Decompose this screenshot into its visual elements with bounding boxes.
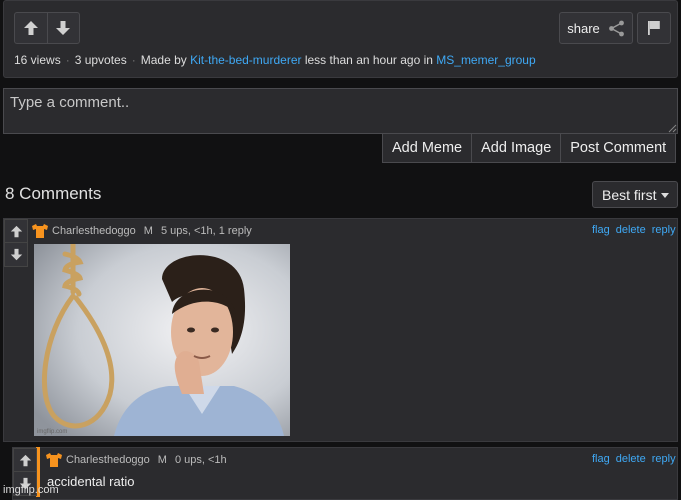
downvote-button[interactable] [46, 13, 80, 43]
reply-link[interactable]: reply [652, 453, 676, 465]
comment-username[interactable]: Charlesthedoggo [52, 225, 136, 237]
post-comment-button[interactable]: Post Comment [561, 133, 677, 163]
comment-text: accidental ratio [47, 474, 135, 489]
made-by-label: Made by [140, 53, 187, 67]
delete-link[interactable]: delete [616, 224, 646, 236]
comment-stats: 5 ups, <1h, 1 reply [160, 225, 252, 237]
comment-vote-buttons [4, 219, 28, 267]
comments-count: 8 Comments [5, 184, 102, 203]
arrow-up-icon [23, 21, 38, 35]
comment-stats: 0 ups, <1h [174, 454, 227, 466]
flag-link[interactable]: flag [592, 453, 610, 465]
site-watermark: imgflip.com [3, 484, 59, 496]
resize-grip-icon[interactable] [668, 124, 677, 133]
sort-label: Best first [602, 186, 657, 203]
comment-upvote-button[interactable] [13, 448, 37, 472]
flag-link[interactable]: flag [592, 224, 610, 236]
comment-header: Charlesthedoggo M 0 ups, <1h [46, 453, 227, 467]
post-meta: 16 views · 3 upvotes · Made by Kit-the-bed-m… [14, 53, 536, 67]
comment-upvote-button[interactable] [4, 219, 28, 243]
comment-meme-image[interactable]: imgflip.com [34, 244, 290, 436]
user-badge-icon [32, 224, 48, 238]
flag-button[interactable] [637, 12, 671, 44]
reply-link[interactable]: reply [652, 224, 676, 236]
share-button[interactable]: share [559, 12, 633, 44]
user-badge-icon [46, 453, 62, 467]
author-link[interactable]: Kit-the-bed-murderer [190, 53, 301, 67]
composer-actions: Add Meme Add Image Post Comment [382, 133, 677, 163]
share-label: share [567, 20, 600, 36]
image-watermark: imgflip.com [37, 429, 67, 435]
upvotes-count: 3 upvotes [74, 53, 127, 67]
views-count: 16 views [14, 53, 61, 67]
meta-separator: · [131, 53, 136, 67]
flag-icon [648, 21, 660, 35]
caret-down-icon [661, 192, 670, 198]
add-image-button[interactable]: Add Image [472, 133, 562, 163]
comment-downvote-button[interactable] [4, 243, 28, 267]
meta-separator: · [65, 53, 70, 67]
stream-link[interactable]: MS_memer_group [436, 53, 535, 67]
arrow-down-icon [56, 21, 71, 35]
add-meme-button[interactable]: Add Meme [382, 133, 473, 163]
sort-select[interactable]: Best first [592, 181, 678, 208]
time-text: less than an hour ago in [304, 53, 433, 67]
comment-links: flag delete reply [586, 453, 676, 465]
arrow-up-icon [19, 454, 31, 466]
comment-username[interactable]: Charlesthedoggo [66, 454, 150, 466]
post-info-bar: 16 views · 3 upvotes · Made by Kit-the-bed-m… [3, 0, 678, 78]
arrow-up-icon [10, 225, 22, 237]
comment-input[interactable] [3, 88, 678, 134]
delete-link[interactable]: delete [616, 453, 646, 465]
share-icon [608, 20, 624, 36]
post-vote-buttons [14, 12, 80, 44]
upvote-button[interactable] [15, 13, 47, 43]
user-badge-letter: M [157, 454, 167, 466]
user-badge-letter: M [143, 225, 153, 237]
comment-header: Charlesthedoggo M 5 ups, <1h, 1 reply [32, 224, 252, 238]
comment-links: flag delete reply [586, 224, 676, 236]
arrow-down-icon [10, 248, 22, 261]
